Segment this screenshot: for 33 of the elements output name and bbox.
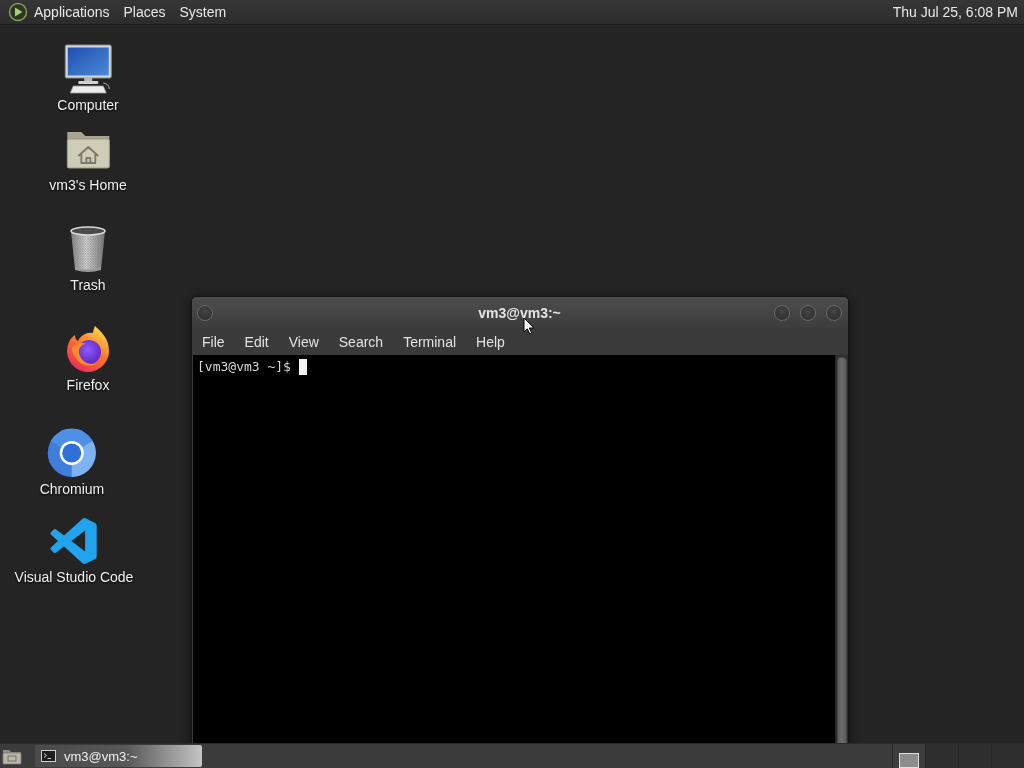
desktop-shortcut[interactable]: Trash — [63, 224, 113, 293]
panel-menu[interactable]: System — [172, 1, 234, 23]
desktop-shortcut[interactable]: Computer — [57, 44, 119, 113]
menu-item[interactable]: Search — [328, 330, 394, 353]
window-title: vm3@vm3:~ — [478, 304, 561, 321]
menu-item[interactable]: Terminal — [393, 330, 467, 353]
workspace-switcher-cell[interactable] — [925, 744, 958, 768]
block-cursor-icon — [298, 359, 307, 375]
taskbar-window-button[interactable]: vm3@vm3:~ — [35, 745, 202, 767]
desktop-folder-icon — [2, 747, 22, 765]
panel-menu[interactable]: Places — [116, 1, 173, 23]
menu-item[interactable]: Help — [466, 330, 515, 353]
panel-clock[interactable]: Thu Jul 25, 6:08 PM — [892, 4, 1018, 20]
desktop-shortcut[interactable]: Visual Studio Code — [14, 516, 134, 585]
chromium-logo-icon — [47, 428, 97, 478]
menu-logo-button[interactable] — [8, 2, 28, 22]
menu-item[interactable]: File — [192, 330, 235, 353]
circle-play-logo-icon — [8, 2, 28, 22]
desktop-shortcut[interactable]: Chromium — [39, 428, 105, 497]
terminal-area[interactable]: [vm3@vm3 ~]$ — [193, 355, 835, 743]
desktop-shortcut[interactable]: vm3's Home — [49, 124, 127, 193]
shell-prompt: [vm3@vm3 ~]$ — [197, 358, 291, 375]
window-menu-button[interactable] — [197, 304, 213, 321]
terminal-icon — [41, 750, 56, 762]
menu-item[interactable]: View — [278, 330, 329, 353]
minimize-button[interactable] — [774, 304, 790, 321]
maximize-button[interactable] — [800, 304, 816, 321]
close-button[interactable] — [826, 304, 842, 321]
desktop-shortcut[interactable]: Firefox — [63, 324, 113, 393]
computer-monitor-icon — [63, 44, 113, 94]
vscode-logo-icon — [49, 516, 99, 566]
panel-menu[interactable]: Applications — [27, 1, 117, 23]
menu-item[interactable]: Edit — [234, 330, 279, 353]
